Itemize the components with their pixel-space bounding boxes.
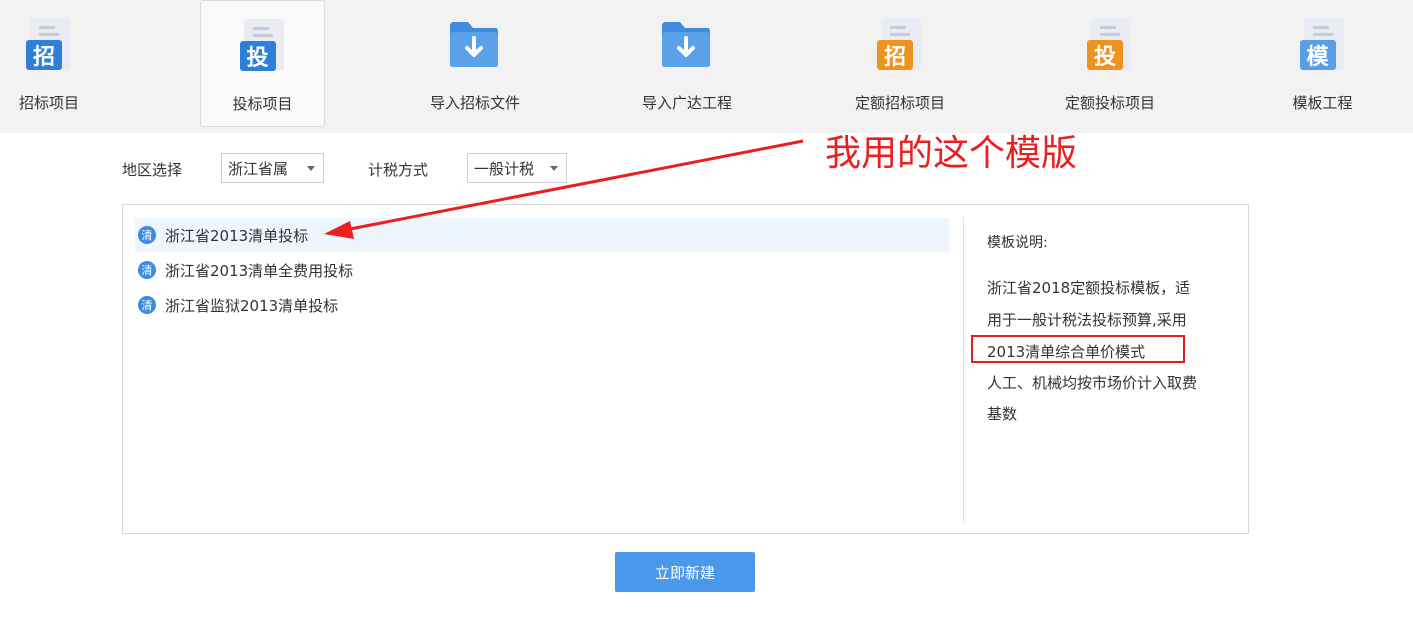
annotation-arrow xyxy=(324,139,804,239)
create-now-button[interactable]: 立即新建 xyxy=(615,552,755,592)
